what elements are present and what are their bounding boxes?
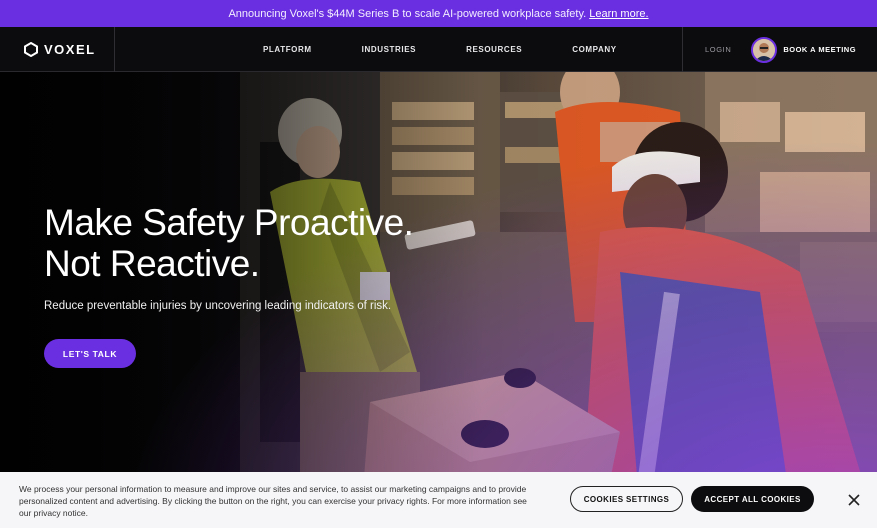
hero-title: Make Safety Proactive. Not Reactive. bbox=[44, 202, 414, 284]
hero-title-line1: Make Safety Proactive. bbox=[44, 202, 414, 243]
announcement-text: Announcing Voxel's $44M Series B to scal… bbox=[228, 7, 587, 20]
voxel-logo-icon bbox=[24, 41, 38, 57]
cookies-settings-button[interactable]: COOKIES SETTINGS bbox=[570, 486, 683, 512]
nav-item-company[interactable]: COMPANY bbox=[572, 45, 617, 54]
hero-subtitle: Reduce preventable injuries by uncoverin… bbox=[44, 300, 392, 312]
cookie-banner: We process your personal information to … bbox=[0, 472, 877, 528]
main-menu: PLATFORM INDUSTRIES RESOURCES COMPANY bbox=[263, 27, 667, 72]
nav-item-platform[interactable]: PLATFORM bbox=[263, 45, 312, 54]
book-meeting-button[interactable]: BOOK A MEETING bbox=[783, 45, 856, 54]
close-icon[interactable] bbox=[846, 492, 862, 508]
announcement-bar: Announcing Voxel's $44M Series B to scal… bbox=[0, 0, 877, 27]
lets-talk-button[interactable]: LET'S TALK bbox=[44, 339, 136, 368]
login-link[interactable]: LOGIN bbox=[705, 45, 731, 54]
cookie-text: We process your personal information to … bbox=[19, 484, 527, 518]
nav-actions: LOGIN BOOK A MEETING bbox=[682, 27, 877, 72]
person-avatar-icon bbox=[753, 38, 776, 61]
hero-section: Make Safety Proactive. Not Reactive. Red… bbox=[0, 72, 877, 528]
logo[interactable]: VOXEL bbox=[0, 26, 115, 72]
nav-item-industries[interactable]: INDUSTRIES bbox=[362, 45, 416, 54]
hero-title-line2: Not Reactive. bbox=[44, 243, 260, 284]
accept-all-cookies-button[interactable]: ACCEPT ALL COOKIES bbox=[691, 486, 814, 512]
top-nav: VOXEL PLATFORM INDUSTRIES RESOURCES COMP… bbox=[0, 26, 877, 72]
brand-name: VOXEL bbox=[44, 41, 96, 57]
avatar bbox=[751, 36, 778, 63]
nav-item-resources[interactable]: RESOURCES bbox=[466, 45, 522, 54]
announcement-link[interactable]: Learn more. bbox=[589, 8, 648, 20]
